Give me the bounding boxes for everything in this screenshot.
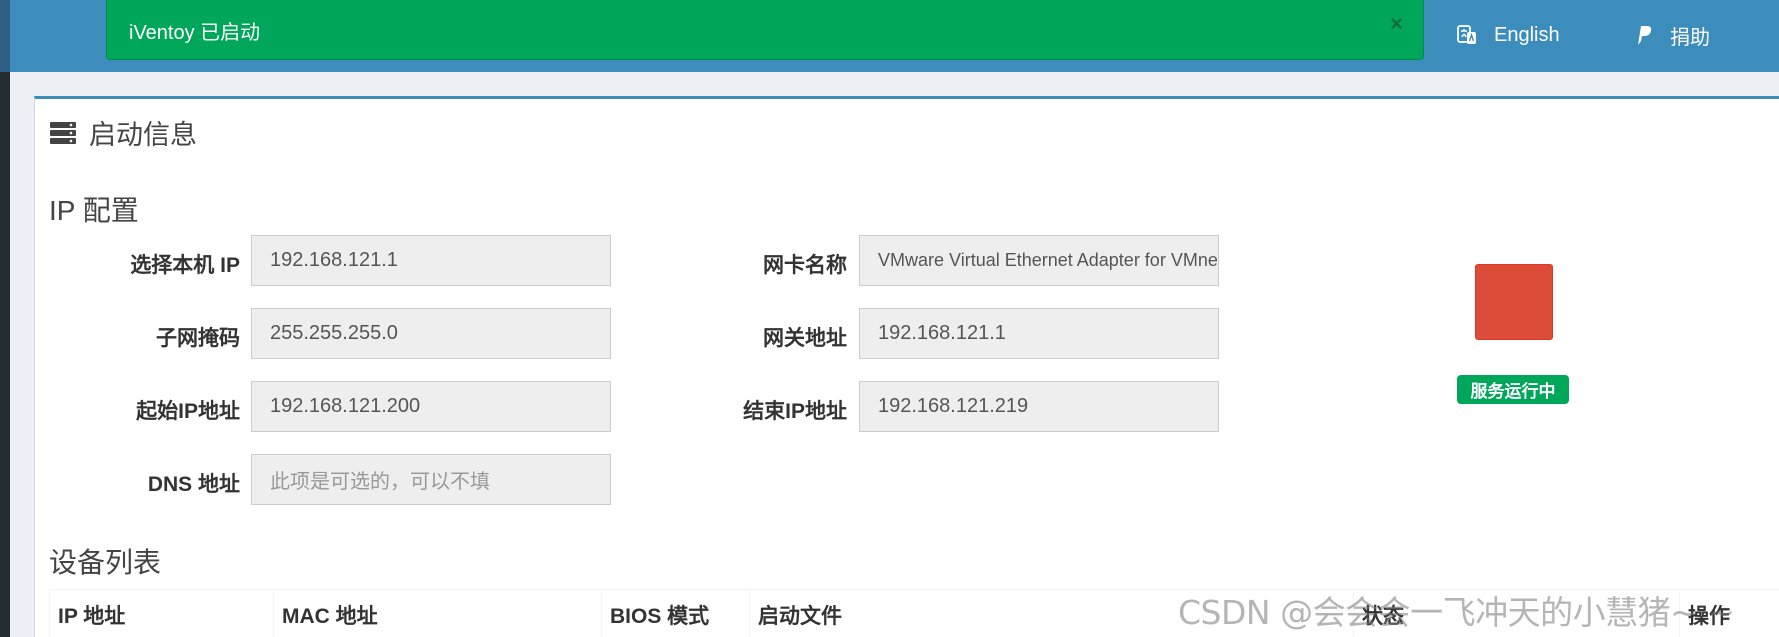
settings-link[interactable] bbox=[1762, 20, 1779, 50]
language-icon bbox=[1457, 25, 1476, 44]
gears-icon bbox=[1762, 34, 1763, 36]
column-bios[interactable]: BIOS 模式 bbox=[601, 590, 749, 637]
toast-message: iVentoy 已启动 bbox=[129, 22, 261, 44]
donate-link[interactable]: 捐助 bbox=[1634, 20, 1710, 50]
panel-title: 启动信息 bbox=[89, 120, 197, 150]
dns-field[interactable]: 此项是可选的，可以不填 bbox=[251, 454, 611, 505]
local-ip-label: 选择本机 IP bbox=[130, 254, 240, 277]
sidebar-edge bbox=[0, 0, 10, 637]
local-ip-select[interactable]: 192.168.121.1 bbox=[251, 235, 611, 286]
dns-label: DNS 地址 bbox=[147, 473, 240, 496]
subnet-mask-label: 子网掩码 bbox=[156, 327, 240, 350]
column-ip[interactable]: IP 地址 bbox=[49, 590, 273, 637]
donate-label: 捐助 bbox=[1670, 26, 1710, 49]
paypal-icon bbox=[1638, 26, 1652, 45]
device-table-header: IP 地址 MAC 地址 BIOS 模式 启动文件 状态 操作 bbox=[49, 589, 1779, 637]
sidebar-edge-top bbox=[0, 0, 10, 72]
server-icon bbox=[50, 121, 76, 144]
column-status[interactable]: 状态 bbox=[1353, 590, 1679, 637]
service-toggle-button[interactable] bbox=[1475, 264, 1553, 340]
gateway-label: 网关地址 bbox=[763, 327, 847, 350]
end-ip-field[interactable]: 192.168.121.219 bbox=[859, 381, 1219, 432]
toast-close-button[interactable]: × bbox=[1390, 13, 1403, 35]
language-label: English bbox=[1494, 23, 1560, 46]
service-status-badge: 服务运行中 bbox=[1457, 375, 1569, 404]
nic-name-field: VMware Virtual Ethernet Adapter for VMne… bbox=[859, 235, 1219, 286]
column-boot-file[interactable]: 启动文件 bbox=[749, 590, 1353, 637]
boot-info-panel: 启动信息 IP 配置 选择本机 IP 192.168.121.1 网卡名称 VM… bbox=[34, 96, 1779, 637]
column-mac[interactable]: MAC 地址 bbox=[273, 590, 601, 637]
device-list-title: 设备列表 bbox=[49, 547, 162, 578]
gateway-field[interactable]: 192.168.121.1 bbox=[859, 308, 1219, 359]
subnet-mask-field[interactable]: 255.255.255.0 bbox=[251, 308, 611, 359]
start-ip-label: 起始IP地址 bbox=[136, 400, 240, 423]
panel-header: 启动信息 bbox=[49, 113, 197, 152]
end-ip-label: 结束IP地址 bbox=[743, 400, 847, 423]
ip-config-title: IP 配置 bbox=[49, 195, 139, 226]
nic-name-label: 网卡名称 bbox=[763, 254, 847, 277]
language-switch[interactable]: English bbox=[1456, 20, 1560, 50]
success-toast: iVentoy 已启动 × bbox=[106, 0, 1424, 60]
column-actions[interactable]: 操作 bbox=[1679, 590, 1779, 637]
start-ip-field[interactable]: 192.168.121.200 bbox=[251, 381, 611, 432]
